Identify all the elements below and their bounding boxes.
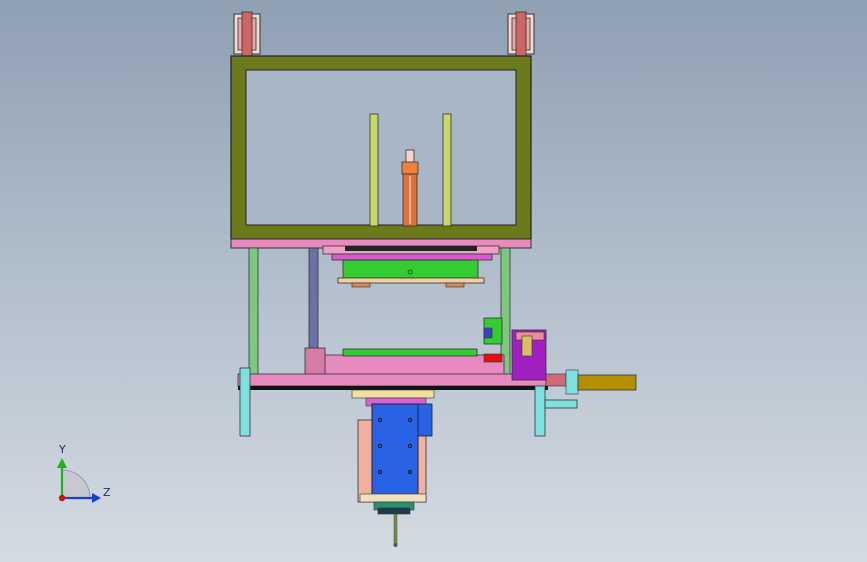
- axis-z-arrow-icon: [92, 493, 101, 503]
- axis-x-origin-icon: [58, 494, 66, 502]
- cad-viewport[interactable]: Y Z: [0, 0, 867, 562]
- axis-triad-quarter: [61, 469, 91, 499]
- axis-triad: [57, 458, 101, 503]
- axis-y-arrow-icon: [57, 458, 67, 468]
- axis-z-label: Z: [103, 486, 111, 499]
- axis-y-label: Y: [59, 443, 66, 456]
